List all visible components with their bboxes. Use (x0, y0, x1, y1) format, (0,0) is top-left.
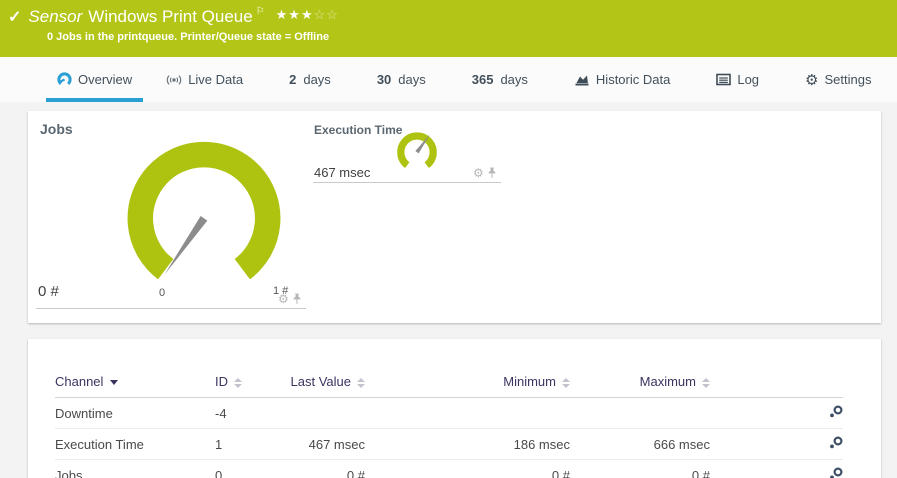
channel-settings-icon[interactable] (829, 467, 843, 478)
execution-time-gauge-value: 467 msec (314, 165, 370, 180)
tab-number: 30 (377, 72, 391, 87)
column-header-last-value[interactable]: Last Value (265, 369, 365, 398)
channel-name: Jobs (55, 460, 215, 478)
channel-id: 0 (215, 460, 265, 478)
stars-filled[interactable]: ★★★ (276, 7, 314, 22)
tab-log[interactable]: Log (699, 57, 776, 102)
channel-maximum: 0 # (570, 460, 710, 478)
tab-label: days (303, 72, 330, 87)
table-row[interactable]: Execution Time 1 467 msec 186 msec 666 m… (55, 429, 843, 460)
tab-historic-data[interactable]: Historic Data (557, 57, 687, 102)
channel-name: Downtime (55, 398, 215, 429)
tab-live-data[interactable]: Live Data (149, 57, 260, 102)
channel-last-value (265, 398, 365, 429)
tab-365-days[interactable]: 365 days (455, 57, 545, 102)
pin-icon[interactable] (487, 167, 497, 179)
channel-settings-icon[interactable] (829, 436, 843, 449)
tab-label: Log (737, 72, 759, 87)
table-header-row: Channel ID Last Value Minimum Maximum (55, 369, 843, 398)
tab-label: days (398, 72, 425, 87)
gauge-settings-icon[interactable]: ⚙ (278, 293, 289, 305)
channel-minimum: 0 # (365, 460, 570, 478)
broadcast-icon (166, 73, 182, 87)
divider (313, 182, 501, 183)
sort-icon (702, 378, 710, 388)
channel-id: -4 (215, 398, 265, 429)
status-check-icon: ✓ (8, 7, 21, 27)
channel-last-value: 0 # (265, 460, 365, 478)
sort-icon (357, 378, 365, 388)
jobs-gauge-scale-min: 0 (159, 287, 165, 299)
tab-settings[interactable]: ⚙ Settings (788, 57, 888, 102)
column-header-channel[interactable]: Channel (55, 369, 215, 398)
tab-label: Live Data (188, 72, 243, 87)
sensor-status-message: 0 Jobs in the printqueue. Printer/Queue … (47, 31, 897, 43)
jobs-gauge-title: Jobs (40, 121, 73, 137)
divider (36, 308, 306, 309)
tab-number: 2 (289, 72, 296, 87)
jobs-gauge-value: 0 # (38, 283, 59, 300)
channel-settings-icon[interactable] (829, 405, 843, 418)
column-header-maximum[interactable]: Maximum (570, 369, 710, 398)
tab-30-days[interactable]: 30 days (360, 57, 443, 102)
jobs-gauge (106, 125, 302, 292)
channel-last-value: 467 msec (265, 429, 365, 460)
channel-minimum (365, 398, 570, 429)
chart-icon (574, 73, 590, 87)
stars-empty[interactable]: ☆☆ (314, 7, 339, 22)
sort-icon (234, 378, 242, 388)
tab-bar: Overview Live Data 2 days 30 days 365 da… (0, 57, 897, 102)
channel-minimum: 186 msec (365, 429, 570, 460)
gauge-icon (57, 72, 72, 87)
tab-label: Historic Data (596, 72, 670, 87)
gauge-settings-icon[interactable]: ⚙ (473, 167, 484, 179)
channel-name: Execution Time (55, 429, 215, 460)
tab-label: Settings (825, 72, 872, 87)
tab-number: 365 (472, 72, 494, 87)
channels-panel: Channel ID Last Value Minimum Maximum Do… (28, 339, 881, 478)
content-area: Jobs 0 1 # 0 # ⚙ Execution Time 467 msec… (0, 102, 897, 478)
pin-icon[interactable] (292, 293, 302, 305)
channel-id: 1 (215, 429, 265, 460)
flag-icon: ⚐ (256, 6, 265, 17)
tab-label: days (500, 72, 527, 87)
channels-table: Channel ID Last Value Minimum Maximum Do… (55, 369, 843, 478)
gear-icon: ⚙ (805, 71, 818, 89)
sensor-kind-label: Sensor (28, 7, 82, 27)
gauges-panel: Jobs 0 1 # 0 # ⚙ Execution Time 467 msec… (28, 111, 881, 323)
tab-2-days[interactable]: 2 days (272, 57, 348, 102)
tab-overview[interactable]: Overview (40, 57, 149, 102)
table-row[interactable]: Jobs 0 0 # 0 # 0 # (55, 460, 843, 478)
execution-time-gauge (390, 127, 444, 181)
table-row[interactable]: Downtime -4 (55, 398, 843, 429)
page-title: Windows Print Queue (88, 7, 252, 27)
tab-label: Overview (78, 72, 132, 87)
column-header-id[interactable]: ID (215, 369, 265, 398)
channel-maximum: 666 msec (570, 429, 710, 460)
column-header-minimum[interactable]: Minimum (365, 369, 570, 398)
priority-stars[interactable]: ★★★☆☆ (276, 7, 339, 23)
channel-maximum (570, 398, 710, 429)
sort-desc-icon (110, 380, 118, 385)
log-list-icon (716, 73, 731, 86)
sort-icon (562, 378, 570, 388)
sensor-header: ✓ Sensor Windows Print Queue ⚐ ★★★☆☆ 0 J… (0, 0, 897, 57)
